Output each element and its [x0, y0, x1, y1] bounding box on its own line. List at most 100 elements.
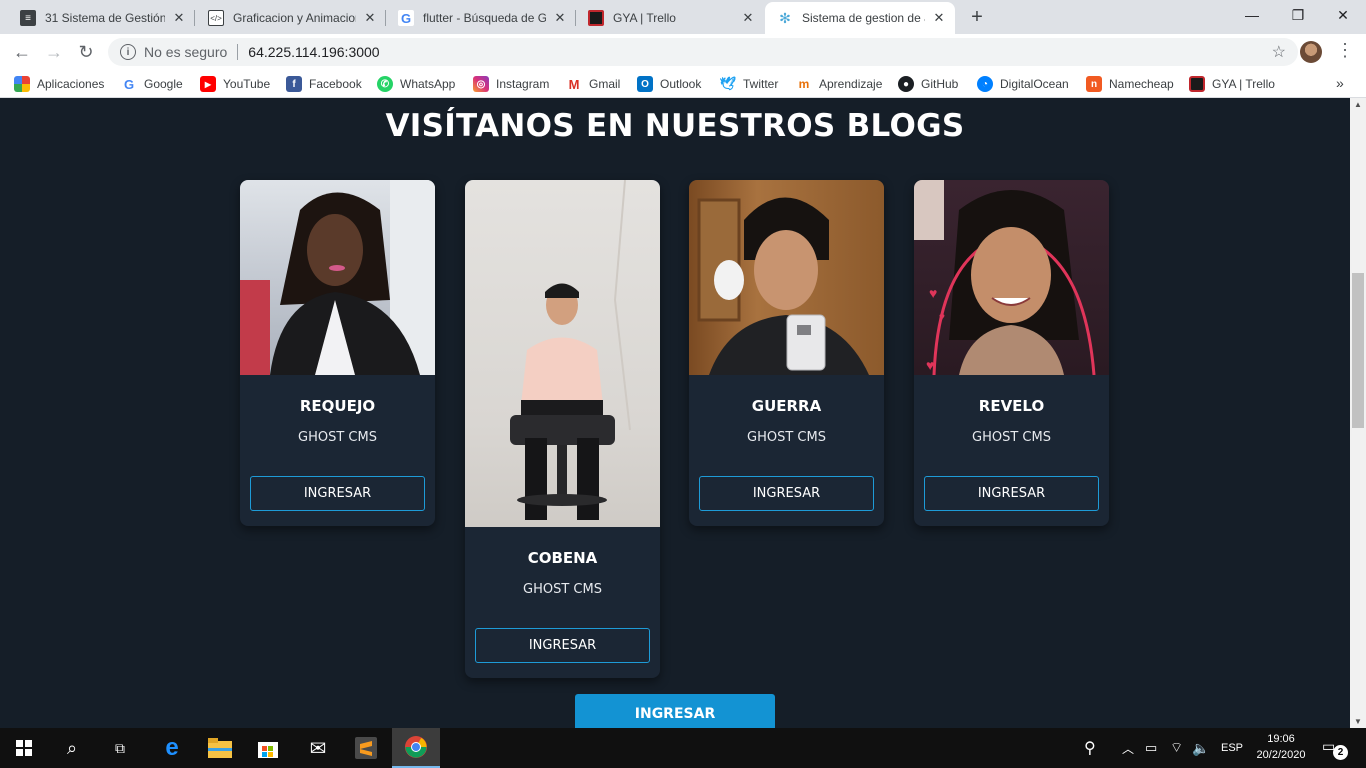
- wifi-icon[interactable]: ⌔: [1170, 728, 1183, 768]
- github-icon: ●: [898, 76, 914, 92]
- blog-author-name: GUERRA: [751, 397, 822, 415]
- main-ingresar-button[interactable]: INGRESAR: [575, 694, 775, 728]
- tab-graficacion[interactable]: </> Graficacion y Animacion ✕: [196, 2, 386, 34]
- bookmark-google[interactable]: G Google: [121, 75, 183, 93]
- ingresar-button[interactable]: INGRESAR: [475, 628, 650, 663]
- info-icon[interactable]: i: [120, 44, 136, 60]
- blog-platform: GHOST CMS: [523, 582, 602, 597]
- youtube-icon: ▶: [200, 76, 216, 92]
- bookmark-aplicaciones[interactable]: Aplicaciones: [14, 75, 104, 93]
- trello-icon: [1189, 76, 1205, 92]
- svg-text:♥: ♥: [926, 357, 934, 373]
- bookmark-whatsapp[interactable]: ✆ WhatsApp: [377, 75, 455, 93]
- menu-kebab-icon[interactable]: ⋮: [1336, 40, 1354, 61]
- tab-sistema-gestion-active[interactable]: ✻ Sistema de gestion de a ✕: [765, 2, 955, 34]
- search-icon[interactable]: ⌕: [48, 728, 96, 768]
- page-viewport: VISÍTANOS EN NUESTROS BLOGS REQUEJO GHOS…: [0, 98, 1350, 728]
- chevron-up-icon[interactable]: ︿: [1122, 728, 1134, 768]
- bookmark-aprendizaje[interactable]: m Aprendizaje: [796, 75, 882, 93]
- bookmarks-bar: Aplicaciones G Google ▶ YouTube f Facebo…: [0, 70, 1366, 98]
- close-icon[interactable]: ✕: [931, 10, 947, 26]
- edge-icon[interactable]: e: [148, 728, 196, 768]
- security-status: No es seguro: [144, 44, 228, 60]
- page-scrollbar[interactable]: ▲ ▼: [1350, 98, 1366, 728]
- reload-icon[interactable]: ↻: [74, 40, 98, 64]
- gear-icon: ✻: [777, 10, 793, 26]
- blog-author-name: REVELO: [978, 397, 1045, 415]
- scrollbar-thumb[interactable]: [1352, 273, 1364, 428]
- battery-icon[interactable]: ▭: [1145, 728, 1157, 768]
- close-icon[interactable]: ✕: [362, 10, 378, 26]
- close-icon[interactable]: ✕: [552, 10, 568, 26]
- svg-text:♥: ♥: [929, 285, 937, 301]
- bookmark-digitalocean[interactable]: ◔ DigitalOcean: [977, 75, 1069, 93]
- file-explorer-icon[interactable]: [196, 728, 244, 768]
- bookmark-instagram[interactable]: ◎ Instagram: [473, 75, 549, 93]
- profile-photo: [240, 180, 435, 375]
- task-view-icon[interactable]: ⧉: [96, 728, 144, 768]
- facebook-icon: f: [286, 76, 302, 92]
- bookmark-gmail[interactable]: M Gmail: [566, 75, 620, 93]
- tab-flutter-search[interactable]: G flutter - Búsqueda de G ✕: [386, 2, 576, 34]
- google-icon: G: [121, 76, 137, 92]
- back-arrow-icon[interactable]: ←: [10, 40, 34, 64]
- blog-card-revelo: ♥ ♥ ♥ REVELO GHOST CMS INGRESAR: [914, 180, 1109, 526]
- blog-card-cobena: COBENA GHOST CMS INGRESAR: [465, 180, 660, 678]
- svg-text:♥: ♥: [939, 312, 945, 323]
- tab-trello[interactable]: GYA | Trello ✕: [576, 2, 764, 34]
- instagram-icon: ◎: [473, 76, 489, 92]
- scroll-up-icon[interactable]: ▲: [1354, 100, 1362, 109]
- profile-photo: [465, 180, 660, 527]
- windows-start-icon[interactable]: [0, 728, 48, 768]
- volume-icon[interactable]: 🔈: [1192, 728, 1209, 768]
- forward-arrow-icon[interactable]: →: [42, 40, 66, 64]
- window-close-icon[interactable]: ✕: [1320, 0, 1366, 30]
- blog-platform: GHOST CMS: [972, 430, 1051, 445]
- bookmark-facebook[interactable]: f Facebook: [286, 75, 362, 93]
- close-icon[interactable]: ✕: [740, 10, 756, 26]
- language-indicator[interactable]: ESP: [1221, 728, 1243, 768]
- restore-icon[interactable]: ❐: [1275, 0, 1321, 30]
- blog-author-name: COBENA: [527, 549, 598, 567]
- notification-badge: 2: [1333, 745, 1348, 760]
- bookmark-github[interactable]: ● GitHub: [898, 75, 958, 93]
- store-icon[interactable]: [244, 728, 292, 768]
- tab-strip: ≡ 31 Sistema de Gestión d ✕ </> Graficac…: [0, 0, 1366, 34]
- system-clock[interactable]: 19:06 20/2/2020: [1250, 731, 1312, 763]
- close-icon[interactable]: ✕: [171, 10, 187, 26]
- bookmark-outlook[interactable]: O Outlook: [637, 75, 701, 93]
- bookmark-gya-trello[interactable]: GYA | Trello: [1189, 75, 1275, 93]
- profile-avatar[interactable]: [1300, 41, 1322, 63]
- gmail-icon: M: [566, 76, 582, 92]
- doc-icon: ≡: [20, 10, 36, 26]
- bookmarks-overflow-icon[interactable]: »: [1336, 75, 1344, 91]
- url-text[interactable]: 64.225.114.196:3000: [248, 44, 379, 60]
- ingresar-button[interactable]: INGRESAR: [699, 476, 874, 511]
- profile-photo: [689, 180, 884, 375]
- blog-card-requejo: REQUEJO GHOST CMS INGRESAR: [240, 180, 435, 526]
- tab-sistema-gestion-doc[interactable]: ≡ 31 Sistema de Gestión d ✕: [8, 2, 195, 34]
- bookmark-star-icon[interactable]: ☆: [1272, 42, 1286, 62]
- profile-photo: ♥ ♥ ♥: [914, 180, 1109, 375]
- ingresar-button[interactable]: INGRESAR: [924, 476, 1099, 511]
- clock-date: 20/2/2020: [1256, 749, 1306, 761]
- people-icon[interactable]: ⚲: [1084, 728, 1096, 768]
- blog-platform: GHOST CMS: [747, 430, 826, 445]
- mail-icon[interactable]: ✉: [294, 728, 342, 768]
- new-tab-button[interactable]: +: [966, 6, 988, 29]
- action-center-icon[interactable]: ▭ 2: [1322, 738, 1348, 760]
- bookmark-twitter[interactable]: 🕊 Twitter: [720, 75, 778, 93]
- minimize-icon[interactable]: —: [1229, 0, 1275, 30]
- code-icon: </>: [208, 10, 224, 26]
- address-bar[interactable]: i No es seguro 64.225.114.196:3000 ☆: [108, 38, 1298, 66]
- outlook-icon: O: [637, 76, 653, 92]
- sublime-text-icon[interactable]: [342, 728, 390, 768]
- bookmark-youtube[interactable]: ▶ YouTube: [200, 75, 270, 93]
- blog-platform: GHOST CMS: [298, 430, 377, 445]
- whatsapp-icon: ✆: [377, 76, 393, 92]
- scroll-down-icon[interactable]: ▼: [1354, 717, 1362, 726]
- ingresar-button[interactable]: INGRESAR: [250, 476, 425, 511]
- chrome-icon[interactable]: [392, 728, 440, 768]
- apps-grid-icon: [14, 76, 30, 92]
- bookmark-namecheap[interactable]: n Namecheap: [1086, 75, 1174, 93]
